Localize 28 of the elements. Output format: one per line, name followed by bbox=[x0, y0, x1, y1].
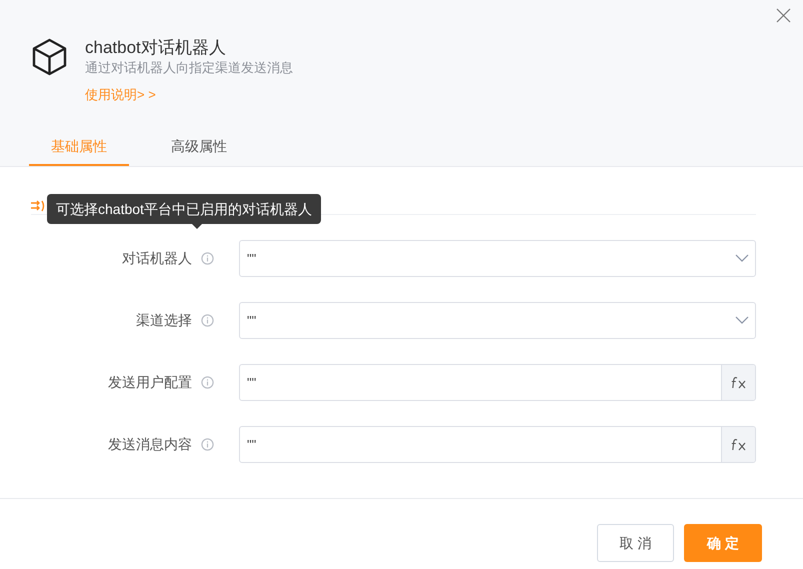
formula-button[interactable] bbox=[721, 365, 755, 400]
fx-icon bbox=[730, 376, 746, 390]
select-field[interactable]: "" bbox=[239, 240, 756, 277]
input-field[interactable]: "" bbox=[239, 426, 756, 463]
cancel-button[interactable]: 取 消 bbox=[597, 524, 674, 562]
field-label: 发送用户配置 bbox=[108, 373, 192, 392]
close-icon bbox=[776, 8, 791, 23]
dialog-subtitle: 通过对话机器人向指定渠道发送消息 bbox=[85, 59, 293, 77]
info-icon bbox=[201, 252, 214, 265]
arrows-icon bbox=[31, 200, 47, 212]
info-icon bbox=[201, 314, 214, 327]
chevron-down-icon bbox=[735, 316, 749, 325]
tooltip-pointer bbox=[192, 224, 202, 229]
field-label: 对话机器人 bbox=[122, 249, 192, 268]
info-icon bbox=[201, 376, 214, 389]
chevron-down-icon bbox=[735, 254, 749, 263]
select-field[interactable]: "" bbox=[239, 302, 756, 339]
info-icon bbox=[201, 438, 214, 451]
close-button[interactable] bbox=[775, 7, 792, 24]
tab[interactable]: 高级属性 bbox=[149, 128, 249, 166]
input-field[interactable]: "" bbox=[239, 364, 756, 401]
formula-button[interactable] bbox=[721, 427, 755, 462]
fx-icon bbox=[730, 438, 746, 452]
tooltip: 可选择chatbot平台中已启用的对话机器人 bbox=[47, 194, 321, 224]
field-label: 渠道选择 bbox=[136, 311, 192, 330]
field-label: 发送消息内容 bbox=[108, 435, 192, 454]
cube-icon bbox=[32, 38, 67, 76]
dialog-title: chatbot对话机器人 bbox=[85, 37, 227, 59]
